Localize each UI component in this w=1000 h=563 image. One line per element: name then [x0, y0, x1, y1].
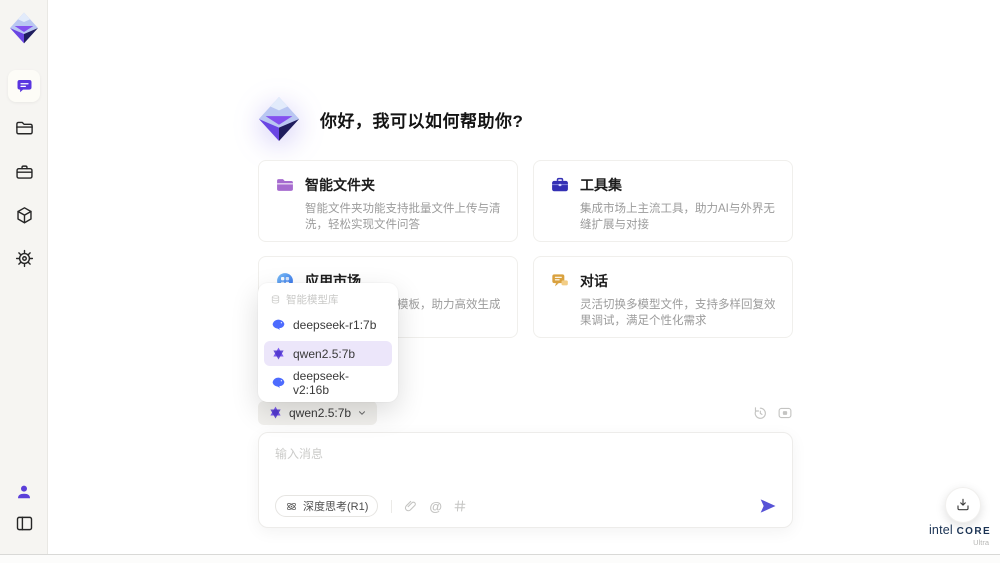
model-option-deepseek-v2[interactable]: deepseek-v2:16b [264, 368, 392, 397]
chevron-down-icon [359, 410, 366, 415]
model-dropdown: 智能模型库 deepseek-r1:7b qwen2.5:7b deepseek… [258, 283, 398, 402]
deep-think-icon [287, 502, 296, 510]
sidebar-item-settings[interactable] [8, 242, 40, 274]
card-title: 工具集 [580, 177, 622, 193]
intel-tier-text: Ultra [973, 538, 989, 547]
app-window: 你好，我可以如何帮助你? 智能文件夹 智能文件夹功能支持批量文件上传与清洗，轻松… [0, 0, 1000, 563]
smart-folder-icon [277, 179, 293, 191]
chat-icon [17, 79, 31, 92]
download-button[interactable] [945, 487, 981, 523]
intel-core-text: core [956, 526, 992, 537]
model-option-deepseek-r1[interactable]: deepseek-r1:7b [264, 312, 392, 337]
app-logo-icon [10, 12, 38, 44]
card-desc: 集成市场上主流工具，助力AI与外界无缝扩展与对接 [580, 203, 775, 231]
intel-core-badge: intel core Ultra [923, 523, 997, 547]
card-smart-folder[interactable]: 智能文件夹 智能文件夹功能支持批量文件上传与清洗，轻松实现文件问答 [258, 160, 518, 242]
card-title: 智能文件夹 [305, 177, 375, 193]
model-selector-row: qwen2.5:7b [258, 400, 793, 425]
message-composer: 深度思考(R1) @ [258, 432, 793, 528]
model-library-icon [271, 294, 280, 304]
composer-tools: @ [403, 499, 467, 514]
sidebar-item-toolbox[interactable] [8, 156, 40, 188]
deep-think-toggle[interactable]: 深度思考(R1) [275, 495, 379, 517]
panel-icon [16, 516, 32, 530]
sidebar-item-account[interactable] [8, 476, 40, 508]
dialogue-icon [552, 274, 568, 287]
paperclip-icon[interactable] [403, 499, 418, 514]
assistant-logo-icon [258, 96, 300, 142]
deepseek-whale-icon [272, 319, 285, 330]
model-option-label: deepseek-v2:16b [293, 368, 350, 397]
model-option-label: deepseek-r1:7b [293, 317, 377, 332]
folder-icon [15, 121, 33, 134]
at-icon[interactable]: @ [429, 500, 442, 513]
sidebar-item-models[interactable] [8, 199, 40, 231]
card-title: 对话 [580, 273, 608, 289]
greeting-title: 你好，我可以如何帮助你? [320, 111, 524, 131]
cube-icon [16, 206, 32, 223]
model-dropdown-header-label: 智能模型库 [286, 293, 339, 306]
send-icon[interactable] [758, 496, 778, 516]
history-icon[interactable] [752, 405, 768, 421]
gear-icon [15, 249, 33, 267]
sidebar [0, 0, 48, 563]
sidebar-item-collapse[interactable] [8, 507, 40, 539]
model-dropdown-header: 智能模型库 [264, 290, 392, 308]
message-input[interactable] [275, 444, 705, 464]
window-bottom-edge [0, 554, 1000, 563]
model-option-qwen[interactable]: qwen2.5:7b [264, 341, 392, 366]
hero: 你好，我可以如何帮助你? [256, 96, 523, 142]
sidebar-item-files[interactable] [8, 112, 40, 144]
composer-toolbar: 深度思考(R1) @ [275, 494, 778, 518]
toolbar-divider [391, 499, 393, 513]
card-toolset[interactable]: 工具集 集成市场上主流工具，助力AI与外界无缝扩展与对接 [533, 160, 793, 242]
grid-icon[interactable] [453, 499, 467, 513]
deepseek-whale-icon [272, 377, 285, 388]
sidebar-item-chat[interactable] [8, 70, 40, 102]
download-icon [957, 498, 969, 511]
intel-logo-text: intel [928, 523, 953, 537]
briefcase-icon [15, 164, 33, 179]
card-dialogue[interactable]: 对话 灵活切换多模型文件，支持多样回复效果调试，满足个性化需求 [533, 256, 793, 338]
model-selector-button[interactable]: qwen2.5:7b [258, 400, 378, 425]
toolset-icon [552, 177, 568, 192]
qwen-icon [270, 406, 281, 419]
video-icon[interactable] [777, 405, 793, 421]
user-icon [18, 485, 30, 499]
qwen-icon [273, 347, 284, 360]
card-desc: 灵活切换多模型文件，支持多样回复效果调试，满足个性化需求 [580, 299, 776, 327]
conversation-actions [752, 405, 793, 421]
card-desc: 智能文件夹功能支持批量文件上传与清洗，轻松实现文件问答 [305, 203, 501, 231]
model-option-label: qwen2.5:7b [293, 346, 356, 361]
deep-think-label: 深度思考(R1) [303, 501, 369, 513]
model-selector-value: qwen2.5:7b [289, 405, 352, 420]
